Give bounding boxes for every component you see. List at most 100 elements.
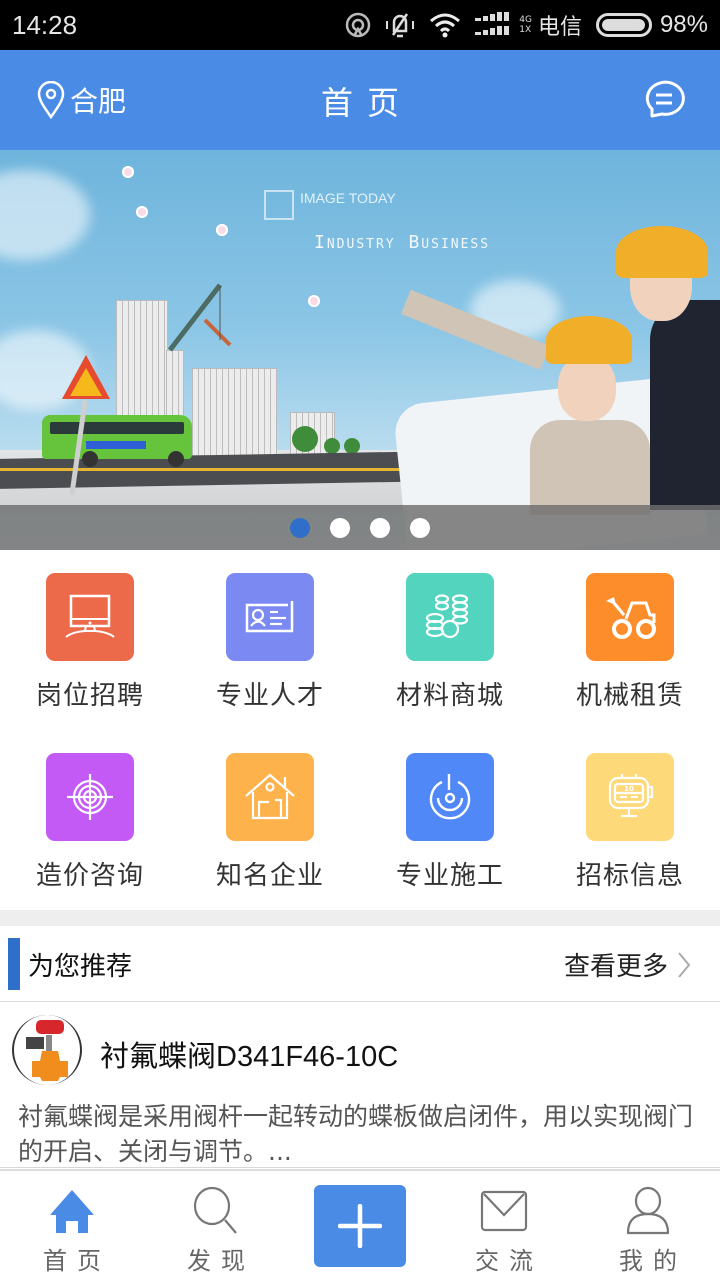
monitor-icon — [65, 594, 115, 638]
search-icon — [193, 1186, 237, 1234]
carousel-dot[interactable] — [410, 517, 430, 538]
category-cost-consulting[interactable]: 造价咨询 — [0, 730, 180, 910]
add-button[interactable] — [314, 1185, 406, 1267]
signal-icon — [475, 12, 510, 35]
target-icon — [67, 774, 113, 820]
network-type: 4G 1X — [519, 15, 532, 35]
bus — [42, 415, 192, 467]
crane — [168, 283, 232, 352]
building — [192, 368, 277, 456]
category-machinery[interactable]: 机械租赁 — [540, 550, 720, 730]
category-label: 招标信息 — [575, 861, 684, 891]
mute-icon — [386, 13, 415, 38]
category-icon-bg: 10 — [586, 753, 674, 841]
category-icon-bg — [406, 573, 494, 661]
cloud — [0, 170, 90, 260]
category-grid: 岗位招聘 专业人才 材料商城 机械租赁 造价咨询 知名企业 专业施工 10 招标… — [0, 550, 720, 910]
wifi-icon — [430, 13, 461, 38]
category-label: 知名企业 — [215, 861, 324, 891]
category-icon-bg — [586, 573, 674, 661]
flower-decoration — [136, 206, 148, 218]
svg-text:10: 10 — [624, 785, 634, 793]
valve-image — [26, 1020, 68, 1081]
helmet — [546, 316, 632, 364]
bottom-navigation: 首页 发现 交流 我的 — [0, 1169, 720, 1280]
category-bidding[interactable]: 10 招标信息 — [540, 730, 720, 910]
banner-logo: IMAGE TODAY — [264, 190, 396, 220]
logo-box — [264, 190, 294, 220]
nav-label: 交流 — [475, 1247, 543, 1275]
category-jobs[interactable]: 岗位招聘 — [0, 550, 180, 730]
section-divider — [0, 910, 720, 926]
nav-label: 首页 — [43, 1247, 111, 1275]
carousel-indicator — [0, 505, 720, 550]
nav-home[interactable]: 首页 — [0, 1171, 144, 1280]
woman-face — [558, 355, 616, 421]
man-body — [650, 300, 720, 510]
loader-truck-icon — [606, 597, 656, 639]
product-list-item[interactable]: 衬氟蝶阀D341F46-10C 衬氟蝶阀是采用阀杆一起转动的蝶板做启闭件，用以实… — [0, 1003, 720, 1168]
product-description: 衬氟蝶阀是采用阀杆一起转动的蝶板做启闭件，用以实现阀门的开启、关闭与调节。... — [18, 1102, 694, 1166]
power-dial-icon — [429, 774, 471, 820]
flower-decoration — [216, 224, 228, 236]
chevron-right-icon — [678, 951, 691, 978]
chat-bubble-icon — [645, 80, 685, 118]
product-name: 衬氟蝶阀D341F46-10C — [100, 1041, 399, 1073]
flower-decoration — [122, 166, 134, 178]
carousel-dot[interactable] — [370, 517, 390, 538]
category-construction[interactable]: 专业施工 — [360, 730, 540, 910]
status-time: 14:28 — [12, 9, 78, 40]
category-icon-bg — [46, 753, 134, 841]
nav-add — [288, 1171, 432, 1280]
mail-icon — [480, 1190, 528, 1232]
carrier-name: 电信 — [537, 15, 582, 40]
woman-body — [530, 420, 650, 515]
category-icon-bg — [226, 573, 314, 661]
view-more-label: 查看更多 — [563, 952, 668, 982]
status-icons: 4G 1X 电信 98% — [345, 9, 708, 41]
category-icon-bg — [46, 573, 134, 661]
house-icon — [245, 773, 295, 820]
category-label: 材料商城 — [395, 681, 504, 711]
nav-discover[interactable]: 发现 — [144, 1171, 288, 1280]
category-icon-bg — [226, 753, 314, 841]
coins-icon — [425, 594, 469, 639]
tree — [292, 426, 318, 452]
banner-slogan: Industry Business — [314, 232, 491, 253]
category-label: 机械租赁 — [575, 681, 684, 711]
category-label: 专业人才 — [215, 681, 324, 711]
battery-level — [601, 19, 646, 31]
category-enterprises[interactable]: 知名企业 — [180, 730, 360, 910]
helmet — [616, 226, 708, 278]
road-line — [0, 468, 430, 471]
category-talent[interactable]: 专业人才 — [180, 550, 360, 730]
counter-monitor-icon: 10 — [608, 774, 654, 818]
banner-carousel[interactable]: IMAGE TODAY Industry Business — [0, 150, 720, 550]
nav-profile[interactable]: 我的 — [576, 1171, 720, 1280]
category-materials[interactable]: 材料商城 — [360, 550, 540, 730]
plus-icon — [338, 1204, 382, 1248]
message-button[interactable] — [640, 76, 688, 128]
section-accent-bar — [8, 938, 20, 990]
battery-icon — [595, 13, 652, 37]
view-more-link[interactable]: 查看更多 — [564, 946, 692, 983]
category-label: 造价咨询 — [35, 861, 144, 891]
home-icon — [50, 1190, 94, 1233]
product-thumbnail — [12, 1015, 82, 1085]
id-card-icon — [245, 601, 294, 633]
carousel-dot[interactable] — [330, 517, 350, 538]
nav-label: 我的 — [619, 1247, 687, 1275]
category-icon-bg — [406, 753, 494, 841]
page-title: 首页 — [320, 84, 413, 122]
category-label: 岗位招聘 — [35, 681, 144, 711]
recommend-header: 为您推荐 查看更多 — [0, 926, 720, 1002]
tree — [324, 438, 340, 454]
user-icon — [626, 1186, 670, 1235]
nav-messages[interactable]: 交流 — [432, 1171, 576, 1280]
app-header: 合肥 首页 — [0, 50, 720, 150]
carousel-dot[interactable] — [290, 517, 310, 538]
status-bar: 14:28 4G 1X 电信 98% — [0, 0, 720, 50]
section-title: 为您推荐 — [28, 952, 133, 982]
category-label: 专业施工 — [395, 861, 504, 891]
nav-label: 发现 — [187, 1247, 255, 1275]
